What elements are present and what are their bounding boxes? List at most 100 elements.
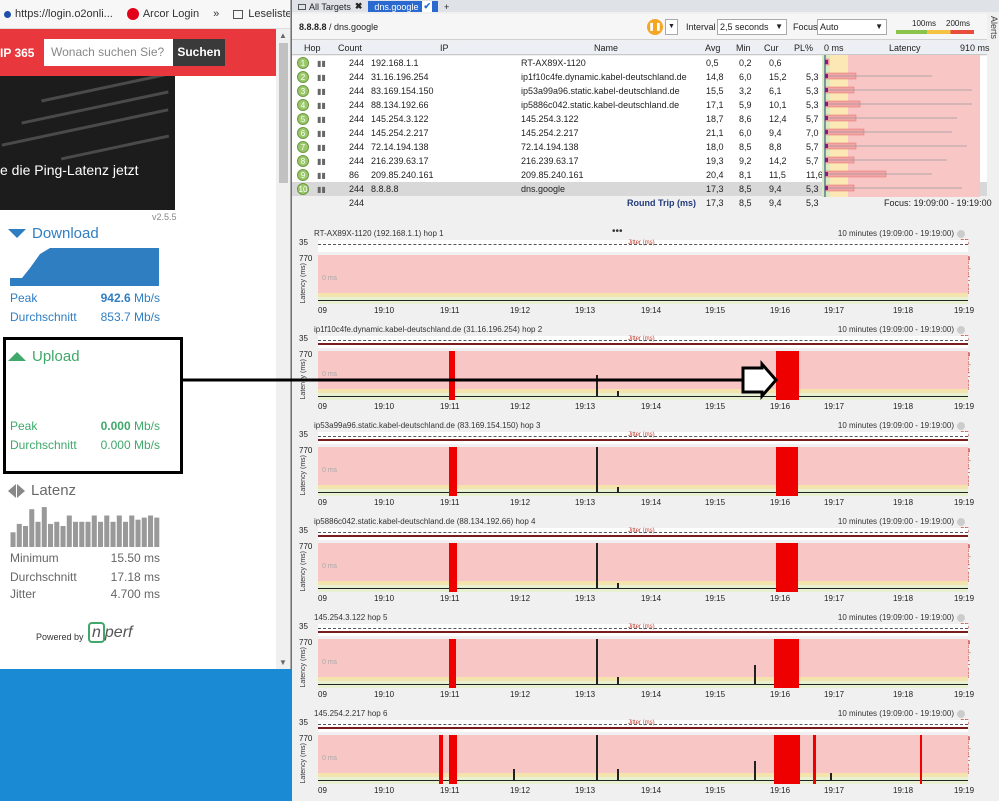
hop-ip: 8.8.8.8 [371, 184, 399, 194]
bar-chart-icon[interactable]: ▮▮ [317, 171, 326, 180]
packet-loss-block [449, 639, 456, 688]
panel-range[interactable]: 10 minutes (19:09:00 - 19:19:00) [838, 613, 965, 622]
col-cur[interactable]: Cur [764, 43, 779, 53]
total-count: 244 [349, 198, 365, 208]
chevron-down-icon[interactable] [957, 709, 965, 718]
add-tab-button[interactable]: + [438, 1, 455, 12]
panel-range[interactable]: 10 minutes (19:09:00 - 19:19:00) [838, 229, 965, 238]
hop-cur: 9,4 [769, 128, 782, 138]
latency-spike [596, 375, 598, 397]
latency-line [318, 396, 968, 397]
col-pl[interactable]: PL% [794, 43, 813, 53]
col-min[interactable]: Min [736, 43, 751, 53]
interval-select[interactable]: 2,5 seconds ▼ [717, 19, 787, 35]
hop-ip: 72.14.194.138 [371, 142, 429, 152]
more-bookmarks-button[interactable]: » [213, 8, 219, 20]
x-tick-label: 19:15 [705, 594, 726, 603]
reading-list-button[interactable]: Leseliste [233, 8, 290, 20]
hop-cur: 0,6 [769, 58, 782, 68]
y-max-label: 770 [299, 734, 313, 743]
latency-avg-row: Durchschnitt 17.18 ms [10, 570, 160, 584]
col-avg[interactable]: Avg [705, 43, 720, 53]
panel-range[interactable]: 10 minutes (19:09:00 - 19:19:00) [838, 517, 965, 526]
nperf-logo[interactable]: n perf [88, 622, 132, 643]
hop-number-badge: 9 [297, 169, 309, 181]
jitter-strip: Jitter (ms) [318, 240, 968, 252]
bookmark-o2[interactable]: https://login.o2onli... [4, 8, 113, 20]
hop-graph-panel: ip1f10c4fe.dynamic.kabel-deutschland.de … [297, 325, 974, 417]
hop-min: 8,1 [739, 170, 752, 180]
scroll-down-icon[interactable]: ▼ [279, 658, 287, 667]
chevron-down-icon[interactable]: ▼ [665, 19, 678, 35]
hero-image: e die Ping-Latenz jetzt [0, 76, 175, 210]
latency-graph: 0 ms [318, 735, 968, 784]
x-tick-label: 19:11 [440, 498, 460, 507]
panel-range[interactable]: 10 minutes (19:09:00 - 19:19:00) [838, 421, 965, 430]
screen: https://login.o2onli... Arcor Login » Le… [0, 0, 999, 801]
hop-pl: 5,3 [806, 184, 819, 194]
col-hop[interactable]: Hop [304, 43, 321, 53]
jitter-line [318, 631, 968, 633]
hop-count: 244 [349, 86, 365, 96]
scroll-up-icon[interactable]: ▲ [279, 31, 287, 40]
hop-cur: 11,5 [769, 170, 786, 180]
chevron-down-icon[interactable] [957, 229, 965, 238]
col-ip[interactable]: IP [440, 43, 449, 53]
latency-bar [60, 526, 66, 547]
chevron-down-icon[interactable] [957, 517, 965, 526]
hop-graph-panel: RT-AX89X-1120 (192.168.1.1) hop 1 10 minu… [297, 229, 974, 321]
alerts-panel-toggle[interactable]: Alerts [987, 12, 999, 172]
search-button[interactable]: Suchen [173, 39, 225, 66]
x-tick-label: 19:13 [575, 498, 596, 507]
bar-chart-icon[interactable]: ▮▮ [317, 87, 326, 96]
bookmark-arcor[interactable]: Arcor Login [126, 8, 199, 20]
bar-chart-icon[interactable]: ▮▮ [317, 115, 326, 124]
chevron-down-icon: ▼ [775, 22, 783, 31]
check-icon[interactable]: ✔ [422, 1, 432, 12]
jitter-label: Jitter (ms) [628, 720, 655, 726]
bar-chart-icon[interactable]: ▮▮ [317, 73, 326, 82]
col-name[interactable]: Name [594, 43, 618, 53]
x-tick-label: 19:12 [510, 498, 531, 507]
bar-chart-icon[interactable]: ▮▮ [317, 59, 326, 68]
chevron-down-icon[interactable] [957, 613, 965, 622]
latency-bar [41, 507, 47, 547]
latency-spike [754, 761, 756, 781]
hero-text: e die Ping-Latenz jetzt [0, 162, 139, 178]
hop-cur: 9,4 [769, 184, 782, 194]
x-tick-label: 19:16 [770, 594, 791, 603]
hop-min: 0,2 [739, 58, 752, 68]
focus-value: Auto [820, 22, 839, 32]
panel-range[interactable]: 10 minutes (19:09:00 - 19:19:00) [838, 709, 965, 718]
x-axis: 09 19:10 19:11 19:12 19:13 19:14 19:15 19:16 19:… [318, 594, 974, 604]
bar-chart-icon[interactable]: ▮▮ [317, 143, 326, 152]
tab-dns-google[interactable]: dns.google ✔ [368, 1, 438, 12]
latency-bar [154, 517, 160, 547]
x-tick-label: 19:15 [705, 498, 726, 507]
pause-button[interactable]: ❚❚ [647, 19, 663, 35]
panel-range[interactable]: 10 minutes (19:09:00 - 19:19:00) [838, 325, 965, 334]
search-input[interactable]: Wonach suchen Sie? [44, 39, 173, 66]
page-scrollbar[interactable]: ▲ ▼ [276, 29, 290, 669]
col-latency[interactable]: Latency [889, 43, 921, 53]
close-icon[interactable]: ✖ [355, 1, 363, 12]
scrollbar-thumb[interactable] [279, 43, 288, 183]
chevron-down-icon[interactable] [957, 325, 965, 334]
jitter-line [318, 727, 968, 729]
x-tick-label: 19:12 [510, 786, 531, 795]
latency-bar [79, 521, 85, 547]
tab-all-targets[interactable]: All Targets ✖ [292, 1, 368, 12]
latency-line [318, 780, 968, 781]
x-tick-label: 19:14 [641, 498, 662, 507]
zero-ms-label: 0 ms [322, 371, 338, 378]
col-count[interactable]: Count [338, 43, 362, 53]
focus-select[interactable]: Auto ▼ [817, 19, 887, 35]
bar-chart-icon[interactable]: ▮▮ [317, 157, 326, 166]
chevron-down-icon[interactable] [957, 421, 965, 430]
hop-ip: 88.134.192.66 [371, 100, 429, 110]
packet-loss-block [776, 351, 799, 400]
bar-chart-icon[interactable]: ▮▮ [317, 129, 326, 138]
bar-chart-icon[interactable]: ▮▮ [317, 101, 326, 110]
bar-chart-icon[interactable]: ▮▮ [317, 185, 326, 194]
hop-graph-panel: 145.254.2.217 hop 6 10 minutes (19:09:00 … [297, 709, 974, 801]
